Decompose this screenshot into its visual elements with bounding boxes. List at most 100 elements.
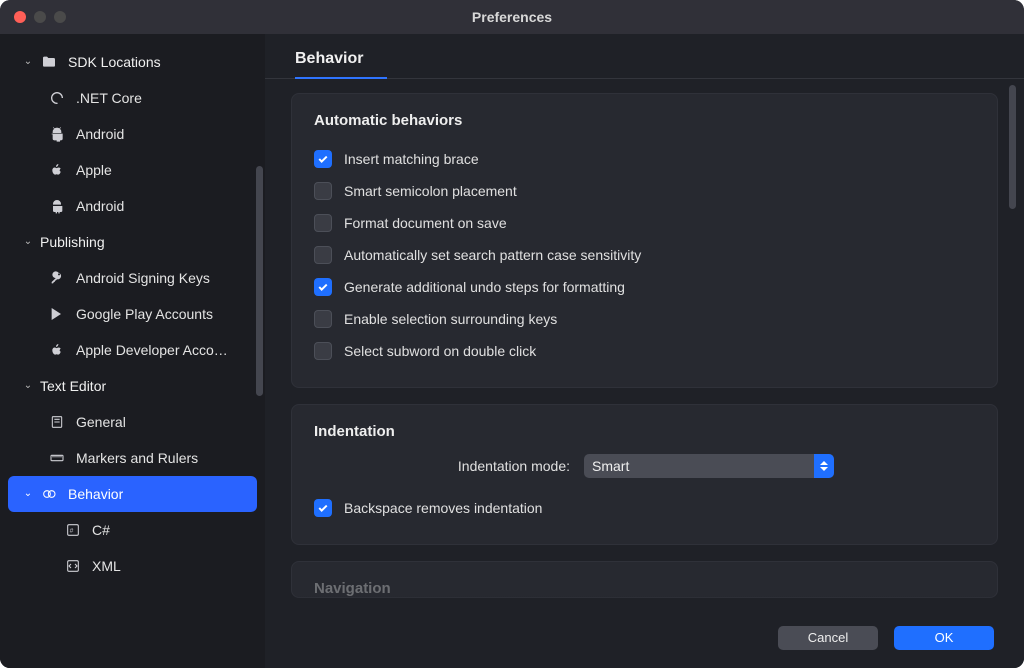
sidebar-scrollbar[interactable] xyxy=(256,166,263,396)
sidebar-item-label: General xyxy=(76,414,126,430)
group-automatic-behaviors: Automatic behaviors Insert matching brac… xyxy=(291,93,998,388)
option-format-on-save[interactable]: Format document on save xyxy=(314,207,975,239)
sidebar-item-apple[interactable]: Apple xyxy=(8,152,257,188)
ruler-icon xyxy=(48,449,66,467)
titlebar: Preferences xyxy=(0,0,1024,34)
option-smart-semicolon[interactable]: Smart semicolon placement xyxy=(314,175,975,207)
sidebar-section-label: Publishing xyxy=(40,234,105,250)
sidebar-item-android-2[interactable]: Android xyxy=(8,188,257,224)
sidebar-item-label: Google Play Accounts xyxy=(76,306,213,322)
checkbox[interactable] xyxy=(314,182,332,200)
key-icon xyxy=(48,269,66,287)
chevron-down-icon: ⌄ xyxy=(22,56,34,67)
xml-icon xyxy=(64,557,82,575)
option-insert-matching-brace[interactable]: Insert matching brace xyxy=(314,143,975,175)
traffic-lights xyxy=(0,11,66,23)
sidebar-item-label: Apple Developer Acco… xyxy=(76,342,228,358)
checkbox[interactable] xyxy=(314,150,332,168)
sidebar-item-apple-developer[interactable]: Apple Developer Acco… xyxy=(8,332,257,368)
svg-text:#: # xyxy=(70,527,74,534)
close-window-button[interactable] xyxy=(14,11,26,23)
sidebar-item-label: Android Signing Keys xyxy=(76,270,210,286)
apple-icon xyxy=(48,161,66,179)
sidebar-section-label: SDK Locations xyxy=(68,54,161,70)
option-label: Automatically set search pattern case se… xyxy=(344,247,641,263)
option-backspace-indent[interactable]: Backspace removes indentation xyxy=(314,492,975,524)
dotnet-icon xyxy=(48,89,66,107)
checkbox[interactable] xyxy=(314,342,332,360)
zoom-window-button[interactable] xyxy=(54,11,66,23)
checkbox[interactable] xyxy=(314,214,332,232)
chevron-down-icon: ⌄ xyxy=(22,380,34,391)
sidebar-item-label: Markers and Rulers xyxy=(76,450,198,466)
csharp-icon: # xyxy=(64,521,82,539)
option-label: Backspace removes indentation xyxy=(344,500,542,516)
sidebar-item-label: C# xyxy=(92,522,110,538)
option-auto-search-case[interactable]: Automatically set search pattern case se… xyxy=(314,239,975,271)
row-indentation-mode: Indentation mode: Smart xyxy=(314,454,975,478)
body: ⌄ SDK Locations .NET Core And xyxy=(0,34,1024,668)
sidebar-item-android-signing-keys[interactable]: Android Signing Keys xyxy=(8,260,257,296)
sidebar-item-markers-rulers[interactable]: Markers and Rulers xyxy=(8,440,257,476)
android-icon xyxy=(48,125,66,143)
sidebar-item-android[interactable]: Android xyxy=(8,116,257,152)
select-value: Smart xyxy=(592,458,629,474)
sidebar-item-label: Apple xyxy=(76,162,112,178)
group-title: Indentation xyxy=(314,423,975,440)
option-label: Generate additional undo steps for forma… xyxy=(344,279,625,295)
sidebar-item-xml[interactable]: XML xyxy=(8,548,257,584)
play-store-icon xyxy=(48,305,66,323)
option-label: Format document on save xyxy=(344,215,507,231)
chevron-down-icon: ⌄ xyxy=(22,488,34,499)
option-label: Insert matching brace xyxy=(344,151,479,167)
updown-icon xyxy=(814,454,834,478)
option-subword-doubleclick[interactable]: Select subword on double click xyxy=(314,335,975,367)
behavior-icon xyxy=(40,485,58,503)
option-label: Enable selection surrounding keys xyxy=(344,311,557,327)
page-title-text: Behavior xyxy=(295,50,363,67)
group-title: Navigation xyxy=(314,580,975,597)
content-fade xyxy=(265,596,1024,608)
checkbox[interactable] xyxy=(314,310,332,328)
select-indentation-mode[interactable]: Smart xyxy=(584,454,834,478)
sidebar-section-label: Text Editor xyxy=(40,378,106,394)
group-title: Automatic behaviors xyxy=(314,112,975,129)
sidebar-item-dotnet-core[interactable]: .NET Core xyxy=(8,80,257,116)
sidebar-item-label: Android xyxy=(76,126,124,142)
cancel-button[interactable]: Cancel xyxy=(778,626,878,650)
sidebar-item-google-play[interactable]: Google Play Accounts xyxy=(8,296,257,332)
android-icon xyxy=(48,197,66,215)
document-icon xyxy=(48,413,66,431)
sidebar-item-behavior[interactable]: ⌄ Behavior xyxy=(8,476,257,512)
sidebar-section-text-editor[interactable]: ⌄ Text Editor xyxy=(8,368,257,404)
sidebar-section-sdk-locations[interactable]: ⌄ SDK Locations xyxy=(8,44,257,80)
ok-button[interactable]: OK xyxy=(894,626,994,650)
sidebar-item-csharp[interactable]: # C# xyxy=(8,512,257,548)
sidebar-item-label: Behavior xyxy=(68,486,123,502)
sidebar-tree: ⌄ SDK Locations .NET Core And xyxy=(8,44,257,584)
minimize-window-button[interactable] xyxy=(34,11,46,23)
sidebar-item-label: XML xyxy=(92,558,121,574)
page-title: Behavior xyxy=(265,34,1024,79)
footer: Cancel OK xyxy=(265,608,1024,668)
preferences-window: Preferences ⌄ SDK Locations .NET Core xyxy=(0,0,1024,668)
option-selection-surrounding[interactable]: Enable selection surrounding keys xyxy=(314,303,975,335)
option-undo-steps-formatting[interactable]: Generate additional undo steps for forma… xyxy=(314,271,975,303)
option-label: Select subword on double click xyxy=(344,343,536,359)
sidebar-item-general[interactable]: General xyxy=(8,404,257,440)
option-label: Smart semicolon placement xyxy=(344,183,517,199)
main-scrollbar[interactable] xyxy=(1009,85,1016,209)
content-scroll: Automatic behaviors Insert matching brac… xyxy=(265,79,1024,608)
window-title: Preferences xyxy=(0,9,1024,25)
group-indentation: Indentation Indentation mode: Smart Back… xyxy=(291,404,998,545)
chevron-down-icon: ⌄ xyxy=(22,236,34,247)
checkbox[interactable] xyxy=(314,246,332,264)
checkbox[interactable] xyxy=(314,278,332,296)
sidebar-section-publishing[interactable]: ⌄ Publishing xyxy=(8,224,257,260)
sidebar: ⌄ SDK Locations .NET Core And xyxy=(0,34,265,668)
checkbox[interactable] xyxy=(314,499,332,517)
label-indentation-mode: Indentation mode: xyxy=(314,458,584,474)
main-panel: Behavior Automatic behaviors Insert matc… xyxy=(265,34,1024,668)
folder-icon xyxy=(40,53,58,71)
group-navigation: Navigation xyxy=(291,561,998,598)
